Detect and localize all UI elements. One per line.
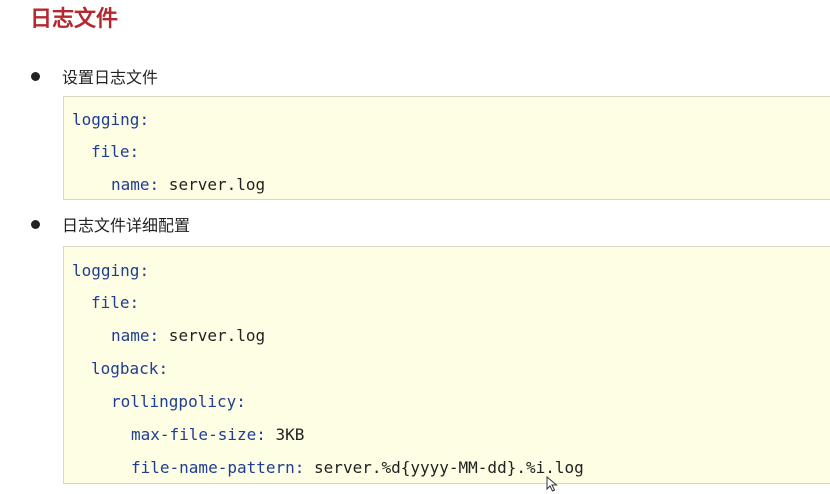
code-separator: : xyxy=(158,359,169,378)
code-value: server.%d{yyyy-MM-dd}.%i.log xyxy=(304,458,584,477)
code-key: rollingpolicy xyxy=(111,392,237,411)
code-separator: : xyxy=(129,142,140,161)
code-key: max-file-size xyxy=(131,425,257,444)
page-title: 日志文件 xyxy=(30,7,119,32)
code-key: logback xyxy=(91,359,159,378)
code-separator: : xyxy=(236,392,246,411)
code-separator: : xyxy=(149,326,160,345)
code-line: logging: xyxy=(72,259,149,283)
bullet-label: 日志文件详细配置 xyxy=(62,216,191,235)
code-separator: : xyxy=(129,293,140,312)
code-line: logback: xyxy=(91,357,168,381)
code-line: name: server.log xyxy=(111,324,265,348)
code-separator: : xyxy=(294,458,305,477)
code-key: name xyxy=(111,326,150,345)
code-separator: : xyxy=(139,110,150,129)
code-value: server.log xyxy=(159,326,266,345)
code-line: max-file-size: 3KB xyxy=(131,423,304,447)
code-separator: : xyxy=(139,261,150,280)
code-key: file xyxy=(91,293,130,312)
code-separator: : xyxy=(149,175,160,194)
code-line: name: server.log xyxy=(111,173,265,197)
code-key: logging xyxy=(72,110,140,129)
code-value: server.log xyxy=(159,175,266,194)
code-line: logging: xyxy=(72,108,149,132)
list-item: 设置日志文件 xyxy=(30,64,158,88)
code-key: name xyxy=(111,175,150,194)
code-line: file: xyxy=(91,291,139,315)
code-separator: : xyxy=(256,425,266,444)
list-item: 日志文件详细配置 xyxy=(30,212,190,236)
code-value: 3KB xyxy=(265,425,305,444)
code-line: file-name-pattern: server.%d{yyyy-MM-dd}… xyxy=(131,456,584,480)
code-key: logging xyxy=(72,261,140,280)
code-block-basic: logging: file: name: server.log xyxy=(63,96,830,200)
code-key: file xyxy=(91,142,130,161)
bullet-icon xyxy=(31,219,40,229)
bullet-icon xyxy=(31,71,40,81)
code-block-detailed: logging: file: name: server.log logback:… xyxy=(63,246,830,484)
code-line: file: xyxy=(91,140,139,164)
code-line: rollingpolicy: xyxy=(111,390,246,414)
code-key: file-name-pattern xyxy=(131,458,295,477)
mouse-pointer-icon xyxy=(546,476,558,492)
bullet-label: 设置日志文件 xyxy=(62,68,159,87)
